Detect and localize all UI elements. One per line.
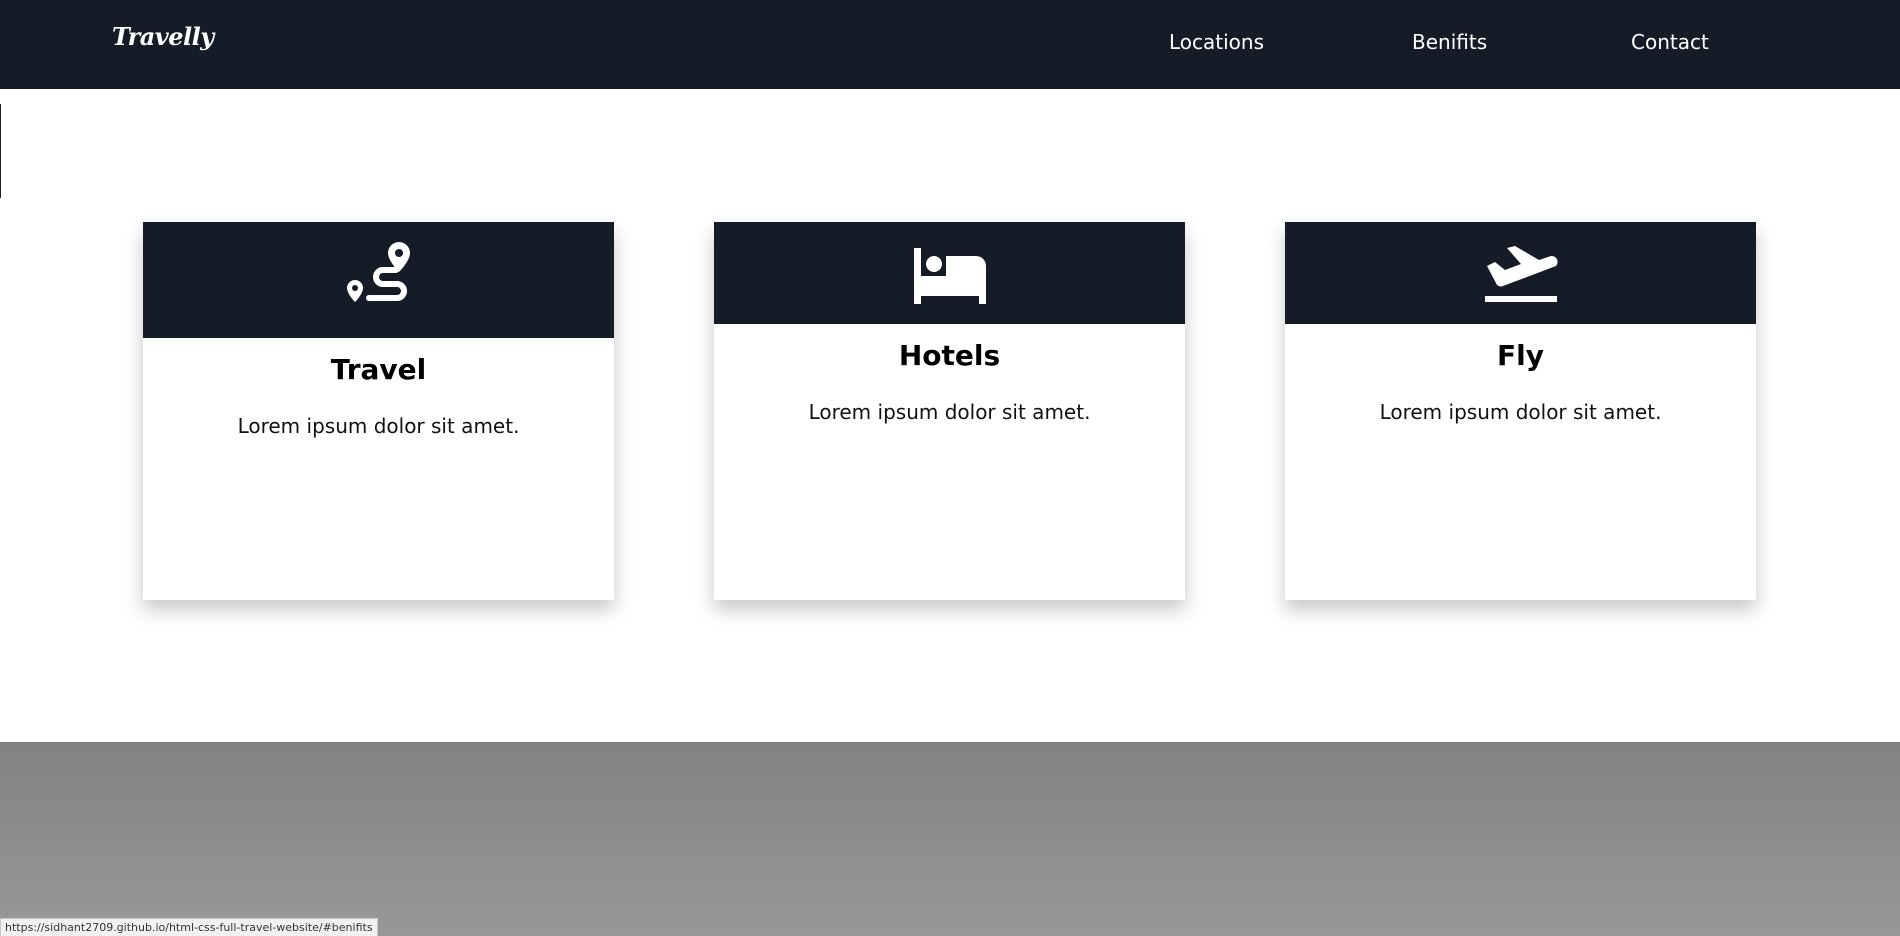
card-travel[interactable]: Travel Lorem ipsum dolor sit amet. (143, 222, 614, 600)
route-icon (346, 242, 410, 302)
card-text: Lorem ipsum dolor sit amet. (1379, 400, 1662, 424)
logo[interactable]: Travelly (112, 22, 214, 51)
navbar: Travelly Locations Benifits Contact (0, 0, 1900, 89)
card-title: Hotels (898, 339, 1001, 372)
card-header (714, 222, 1185, 324)
nav-link-contact[interactable]: Contact (1631, 30, 1709, 54)
card-hotels[interactable]: Hotels Lorem ipsum dolor sit amet. (714, 222, 1185, 600)
card-header (1285, 222, 1756, 324)
card-title: Fly (1497, 339, 1544, 372)
plane-departure-icon (1484, 246, 1558, 302)
next-section-background (0, 742, 1900, 936)
status-bar-url: https://sidhant2709.github.io/html-css-f… (0, 918, 378, 936)
nav-link-benifits[interactable]: Benifits (1412, 30, 1487, 54)
card-title: Travel (330, 353, 427, 386)
card-fly[interactable]: Fly Lorem ipsum dolor sit amet. (1285, 222, 1756, 600)
divider (0, 104, 1, 198)
card-text: Lorem ipsum dolor sit amet. (808, 400, 1091, 424)
bed-icon (913, 248, 986, 304)
card-text: Lorem ipsum dolor sit amet. (237, 414, 520, 438)
card-header (143, 222, 614, 338)
nav-link-locations[interactable]: Locations (1169, 30, 1264, 54)
